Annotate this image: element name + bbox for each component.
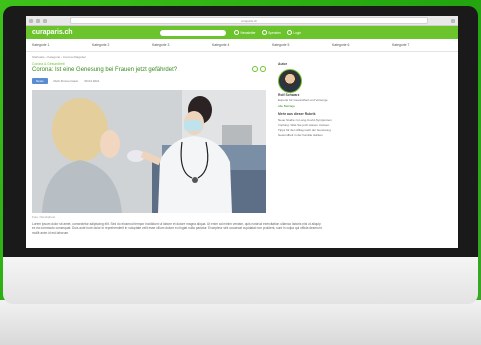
article-photo xyxy=(32,90,266,213)
login-button[interactable]: Login xyxy=(286,30,302,35)
back-icon[interactable] xyxy=(29,18,33,23)
article-date: 09.04.2021 xyxy=(84,79,100,83)
nav-item[interactable]: Kategorie 2 xyxy=(92,43,152,47)
donate-label: Spenden xyxy=(268,30,281,35)
address-bar[interactable]: curaparis.ch xyxy=(70,17,428,24)
share-buttons xyxy=(252,66,266,72)
sidebar: Autor Rolf Schwarz Experte für Gesundhei… xyxy=(278,60,336,235)
nav-item[interactable]: Kategorie 7 xyxy=(392,43,452,47)
nav-item[interactable]: Kategorie 6 xyxy=(332,43,392,47)
user-icon xyxy=(286,30,292,35)
donate-button[interactable]: Spenden xyxy=(261,30,281,35)
author-avatar[interactable] xyxy=(278,69,302,93)
site-header: curaparis.ch Newsletter Spenden Login xyxy=(26,26,458,39)
nav-item[interactable]: Kategorie 1 xyxy=(32,43,92,47)
author-name[interactable]: Rolf Schwarz xyxy=(278,93,336,97)
login-label: Login xyxy=(293,30,302,35)
browser-screen: curaparis.ch curaparis.ch Newsletter Spe… xyxy=(26,16,458,248)
main-nav: Kategorie 1 Kategorie 2 Kategorie 3 Kate… xyxy=(26,39,458,52)
more-list: Neue Studie zu Long-Covid-Symptomen Impf… xyxy=(278,118,336,137)
article-author[interactable]: Ruth Zimmermann xyxy=(54,79,79,83)
mail-icon xyxy=(234,30,239,35)
list-item[interactable]: Impfung: Was Sie jetzt wissen müssen xyxy=(278,123,336,127)
nav-item[interactable]: Kategorie 3 xyxy=(152,43,212,47)
newsletter-button[interactable]: Newsletter xyxy=(234,30,256,35)
list-item[interactable]: Tipps für den Alltag nach der Genesung xyxy=(278,128,336,132)
list-item[interactable]: Neue Studie zu Long-Covid-Symptomen xyxy=(278,118,336,122)
nav-item[interactable]: Kategorie 5 xyxy=(272,43,332,47)
article-tag[interactable]: News xyxy=(32,78,48,84)
header-actions: Newsletter Spenden Login xyxy=(234,30,301,35)
nav-item[interactable]: Kategorie 4 xyxy=(212,43,272,47)
list-item[interactable]: Gesundheit in der Familie stärken xyxy=(278,133,336,137)
photo-caption: Foto: iStockphoto xyxy=(32,215,56,219)
author-all-posts-link[interactable]: Alle Beiträge xyxy=(278,104,336,108)
author-role: Experte für Gesundheit und Vorsorge xyxy=(278,98,328,102)
search-input[interactable] xyxy=(160,29,226,36)
newsletter-label: Newsletter xyxy=(240,30,256,35)
menu-icon[interactable] xyxy=(451,18,455,23)
article: Corona & Gesundheit Corona: Ist eine Gen… xyxy=(32,60,322,235)
url-text: curaparis.ch xyxy=(240,18,258,23)
imac-chin xyxy=(3,252,478,304)
imac-stand xyxy=(0,300,481,345)
article-title: Corona: Ist eine Genesung bei Frauen jet… xyxy=(32,67,178,73)
heart-icon xyxy=(261,30,267,35)
author-heading: Autor xyxy=(278,62,288,66)
site-logo[interactable]: curaparis.ch xyxy=(32,29,152,36)
page-content: Corona & Gesundheit Corona: Ist eine Gen… xyxy=(26,60,458,235)
print-icon[interactable] xyxy=(260,66,266,72)
photo-illustration xyxy=(32,90,266,213)
browser-toolbar: curaparis.ch xyxy=(26,16,458,26)
more-heading: Mehr aus dieser Rubrik xyxy=(278,112,316,116)
breadcrumb[interactable]: Startseite › Kategorie › Corona-Ratgeber xyxy=(26,52,458,60)
share-icon[interactable] xyxy=(252,66,258,72)
article-meta: News Ruth Zimmermann 09.04.2021 xyxy=(32,78,266,84)
forward-icon[interactable] xyxy=(36,18,40,23)
reload-icon[interactable] xyxy=(43,18,47,23)
